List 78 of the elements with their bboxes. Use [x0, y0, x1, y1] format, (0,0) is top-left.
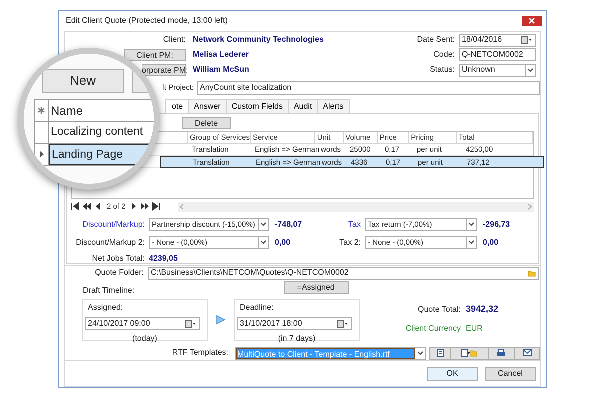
new-template-icon — [461, 349, 478, 357]
tab[interactable]: Answer — [188, 99, 227, 114]
chevron-down-icon — [260, 222, 267, 227]
folder-field[interactable]: C:\Business\Clients\NETCOM\Quotes\Q-NETCOM0002 — [148, 266, 539, 280]
row-pointer-icon — [40, 151, 44, 158]
print-button[interactable] — [488, 346, 515, 360]
field-label: Assigned: — [88, 302, 124, 314]
chevron-down-icon — [416, 350, 424, 356]
scroll-left-icon — [180, 204, 184, 210]
calendar-dropdown-icon — [337, 320, 349, 328]
field-label: Discount/Markup 2: — [76, 236, 145, 248]
field-label: Quote Folder: — [95, 267, 144, 279]
tab[interactable]: Alerts — [317, 99, 350, 114]
code-field[interactable]: Q-NETCOM0002 — [459, 48, 536, 61]
datetime-field[interactable]: 24/10/2017 09:00 — [85, 317, 200, 330]
datetime-field[interactable]: 31/10/2017 18:00 — [237, 317, 352, 330]
chevron-down-icon — [468, 240, 475, 245]
window-title: Edit Client Quote (Protected mode, 13:00 left) — [66, 15, 228, 27]
print-icon — [497, 349, 506, 357]
amount: 0,00 — [483, 236, 499, 248]
chevron-down-icon — [527, 68, 534, 72]
open-template-icon — [436, 349, 444, 357]
field-label: Status: — [430, 64, 455, 76]
relative-date: (today) — [132, 333, 158, 345]
delete-button[interactable]: Delete — [182, 116, 231, 128]
email-button[interactable] — [514, 346, 540, 360]
field-label: Quote Total: — [417, 304, 461, 316]
ok-button[interactable]: OK — [427, 366, 478, 380]
field-label: Client: — [163, 34, 186, 46]
tab[interactable]: Custom Fields — [226, 99, 289, 114]
cancel-button[interactable]: Cancel — [485, 366, 536, 380]
field-label: Net Jobs Total: — [92, 253, 145, 265]
link[interactable]: Tax — [348, 218, 361, 230]
first-record-icon — [71, 202, 81, 211]
field-label: Code: — [434, 48, 455, 60]
play-arrow-icon — [216, 315, 226, 325]
project-field[interactable]: AnyCount site localization — [197, 81, 540, 95]
close-icon — [529, 18, 535, 24]
link[interactable]: Discount/Markup: — [82, 218, 145, 230]
relative-date: (in 7 days) — [278, 333, 316, 345]
new-row-icon — [38, 107, 45, 114]
field-label: RTF Templates: — [172, 347, 229, 359]
net-total: 4239,05 — [149, 253, 178, 265]
folder-icon — [528, 270, 536, 276]
chevron-down-icon — [468, 222, 475, 227]
quote-total: 3942,32 — [466, 303, 499, 316]
amount: 0,00 — [275, 236, 291, 248]
field-label: Date Sent: — [417, 34, 455, 46]
email-icon — [522, 349, 532, 357]
open-template-button[interactable] — [429, 346, 451, 360]
client-name: Network Community Technologies — [193, 34, 324, 46]
column-header[interactable]: Name — [49, 100, 84, 121]
client-pm-name: Melisa Lederer — [193, 48, 250, 60]
client-pm-button[interactable]: Client PM: — [124, 48, 186, 60]
calendar-dropdown-icon — [521, 36, 533, 44]
field-label: Client Currency — [404, 322, 461, 334]
new-template-button[interactable] — [450, 346, 489, 360]
assigned-button[interactable]: =Assigned — [284, 281, 349, 294]
amount: -296,73 — [483, 218, 510, 230]
corporate-pm-button[interactable]: orporate PM: — [142, 64, 186, 76]
date-field[interactable]: 18/04/2016 — [459, 34, 536, 46]
horizontal-scrollbar[interactable] — [178, 202, 534, 212]
next-page-icon — [140, 202, 150, 211]
last-record-icon — [150, 202, 161, 211]
chevron-down-icon — [260, 240, 267, 245]
currency: EUR — [466, 322, 483, 334]
status-select[interactable]: Unknown — [459, 64, 536, 76]
corporate-pm-name: William McSun — [193, 64, 250, 76]
calendar-dropdown-icon — [185, 320, 197, 328]
amount: -748,07 — [275, 218, 302, 230]
close-button[interactable] — [522, 16, 542, 26]
list-row[interactable]: Localizing content — [49, 122, 154, 143]
field-label: Draft Timeline: — [83, 284, 135, 296]
scroll-right-icon — [528, 204, 532, 210]
field-label: Deadline: — [240, 302, 275, 314]
field-label: Tax 2: — [340, 236, 361, 248]
new-button[interactable]: New — [42, 69, 124, 93]
previous-page-icon — [82, 202, 92, 211]
